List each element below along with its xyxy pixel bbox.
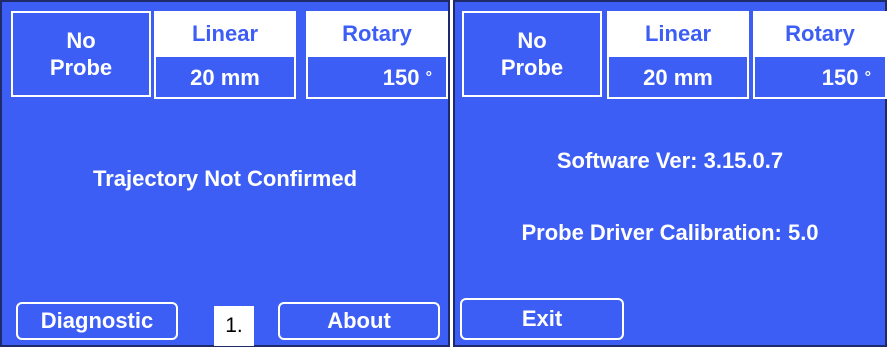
about-button[interactable]: About xyxy=(278,302,440,340)
linear-readout: Linear 20 mm xyxy=(154,11,296,99)
callout-number: 1. xyxy=(214,306,254,346)
trajectory-status-message: Trajectory Not Confirmed xyxy=(92,166,358,191)
probe-status: No Probe xyxy=(462,11,602,97)
linear-label: Linear xyxy=(154,11,296,57)
calibration-text: Probe Driver Calibration: 5.0 xyxy=(521,220,819,245)
linear-label: Linear xyxy=(607,11,749,57)
degree-symbol: ° xyxy=(425,69,432,86)
software-version-text: Software Ver: 3.15.0.7 xyxy=(556,148,784,173)
rotary-value-box: 150 ° xyxy=(308,59,446,97)
probe-status-line1: No xyxy=(517,27,547,53)
rotary-value-box: 150 ° xyxy=(755,59,885,97)
rotary-label: Rotary xyxy=(306,11,448,57)
status-bar: No Probe Linear 20 mm Rotary 150 ° xyxy=(455,2,887,102)
rotary-label: Rotary xyxy=(753,11,887,57)
probe-status-line2: Probe xyxy=(49,55,113,80)
rotary-value: 150 xyxy=(821,65,859,90)
linear-readout: Linear 20 mm xyxy=(607,11,749,99)
rotary-value: 150 xyxy=(382,65,420,90)
diagnostic-button[interactable]: Diagnostic xyxy=(16,302,178,340)
rotary-readout: Rotary 150 ° xyxy=(753,11,887,99)
degree-symbol: ° xyxy=(864,69,871,86)
about-screen-panel: No Probe Linear 20 mm Rotary 150 ° Softw… xyxy=(453,0,887,347)
linear-value: 20 mm xyxy=(609,59,747,97)
main-screen-panel: No Probe Linear 20 mm Rotary 150 ° Traje… xyxy=(0,0,450,347)
probe-status: No Probe xyxy=(11,11,151,97)
status-bar: No Probe Linear 20 mm Rotary 150 ° xyxy=(2,2,448,102)
rotary-readout: Rotary 150 ° xyxy=(306,11,448,99)
linear-value: 20 mm xyxy=(156,59,294,97)
probe-status-line1: No xyxy=(66,27,96,53)
probe-status-line2: Probe xyxy=(500,55,564,80)
exit-button[interactable]: Exit xyxy=(460,298,624,340)
